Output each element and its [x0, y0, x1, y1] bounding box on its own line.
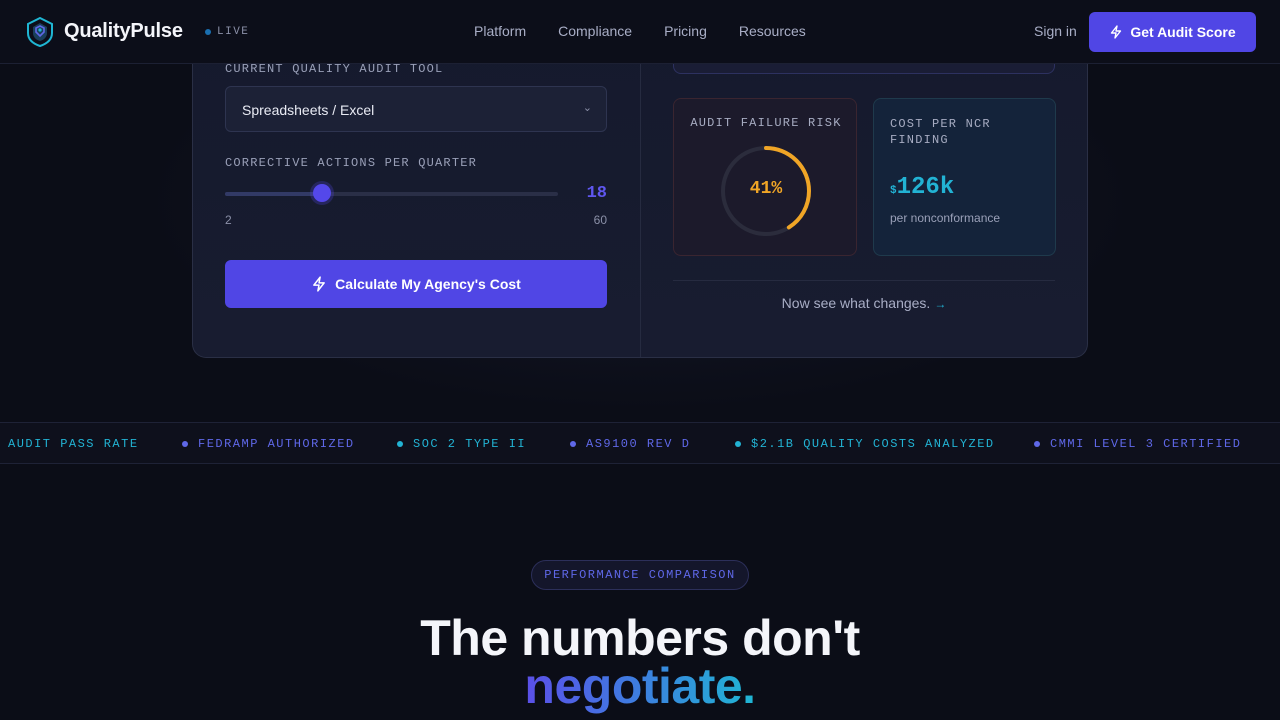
cost-currency: $ — [890, 185, 897, 197]
chevron-down-icon: ⌄ — [582, 102, 592, 114]
audit-tool-value: Spreadsheets / Excel — [242, 102, 375, 118]
audit-tool-select[interactable]: Spreadsheets / Excel ⌄ — [225, 86, 607, 132]
ticker-dot-icon — [570, 441, 576, 447]
ticker-text: SOC 2 TYPE II — [413, 437, 527, 451]
ticker-item: CMMI LEVEL 3 CERTIFIED — [1034, 437, 1241, 451]
cost-per-ncr-panel: COST PER NCR FINDING $126k per nonconfor… — [873, 98, 1056, 256]
section-pill: PERFORMANCE COMPARISON — [531, 560, 749, 590]
risk-title: AUDIT FAILURE RISK — [690, 116, 842, 130]
actions-label: CORRECTIVE ACTIONS PER QUARTER — [225, 156, 478, 170]
ticker-dot-icon — [1034, 441, 1040, 447]
nav-link-compliance[interactable]: Compliance — [558, 23, 632, 39]
ticker-item: SOC 2 TYPE II — [397, 437, 526, 451]
actions-slider-thumb[interactable] — [312, 184, 331, 202]
ticker-text: AS9100 REV D — [586, 437, 691, 451]
ticker-text: CMMI LEVEL 3 CERTIFIED — [1050, 437, 1242, 451]
top-nav: QualityPulse LIVE Platform Compliance Pr… — [0, 0, 1280, 64]
sign-in-link[interactable]: Sign in — [1034, 23, 1077, 39]
live-dot-icon — [205, 29, 211, 35]
ticker-item: $2.1B QUALITY COSTS ANALYZED — [735, 437, 995, 451]
tool-label: CURRENT QUALITY AUDIT TOOL — [225, 62, 444, 76]
nav-link-platform[interactable]: Platform — [474, 23, 526, 39]
live-label: LIVE — [217, 26, 250, 38]
ticker-dot-icon — [182, 441, 188, 447]
ticker-item: AUDIT PASS RATE — [8, 437, 139, 451]
ticker-item: FEDRAMP AUTHORIZED — [182, 437, 355, 451]
audit-risk-panel: AUDIT FAILURE RISK 41% — [673, 98, 857, 256]
calculate-cost-button[interactable]: Calculate My Agency's Cost — [225, 260, 607, 308]
lightning-icon — [313, 276, 326, 292]
ticker-item: AS9100 REV D — [570, 437, 690, 451]
card-divider — [640, 30, 641, 357]
actions-slider-track[interactable] — [225, 192, 558, 196]
ticker-text: $2.1B QUALITY COSTS ANALYZED — [751, 437, 995, 451]
logo-shield-icon[interactable] — [26, 17, 54, 47]
get-audit-score-label: Get Audit Score — [1130, 24, 1236, 40]
see-changes-label: Now see what changes. — [781, 295, 931, 311]
ticker-dot-icon — [735, 441, 741, 447]
brand-name[interactable]: QualityPulse — [64, 20, 183, 43]
results-divider — [673, 280, 1055, 281]
actions-slider-fill — [225, 192, 322, 196]
section-headline-accent-text: negotiate. — [524, 658, 756, 714]
cost-value: 126k — [896, 174, 955, 201]
calculate-cost-label: Calculate My Agency's Cost — [335, 276, 521, 292]
get-audit-score-button[interactable]: Get Audit Score — [1089, 12, 1256, 52]
actions-max: 60 — [593, 213, 607, 227]
risk-value: 41% — [749, 179, 783, 199]
lightning-icon — [1111, 25, 1122, 39]
calculator-card: CURRENT QUALITY AUDIT TOOL Spreadsheets … — [192, 30, 1088, 358]
section-headline-accent: negotiate. — [0, 658, 1280, 714]
nav-link-pricing[interactable]: Pricing — [664, 23, 707, 39]
see-changes-link[interactable]: Now see what changes. → — [673, 295, 1055, 311]
actions-min: 2 — [225, 213, 232, 227]
ticker-dot-icon — [397, 441, 403, 447]
actions-value: 18 — [586, 184, 607, 203]
ticker-text: AUDIT PASS RATE — [8, 437, 139, 451]
cost-subtext: per nonconformance — [890, 211, 1001, 225]
cost-amount: $126k — [890, 174, 954, 201]
ticker-text: FEDRAMP AUTHORIZED — [198, 437, 355, 451]
nav-links: Platform Compliance Pricing Resources — [474, 23, 806, 39]
cost-title: COST PER NCR FINDING — [890, 117, 991, 147]
live-badge: LIVE — [205, 26, 249, 38]
nav-link-resources[interactable]: Resources — [739, 23, 806, 39]
trust-ticker: AUDIT PASS RATE FEDRAMP AUTHORIZED SOC 2… — [0, 422, 1280, 464]
arrow-right-icon: → — [934, 297, 947, 311]
risk-gauge: 41% — [718, 143, 814, 239]
